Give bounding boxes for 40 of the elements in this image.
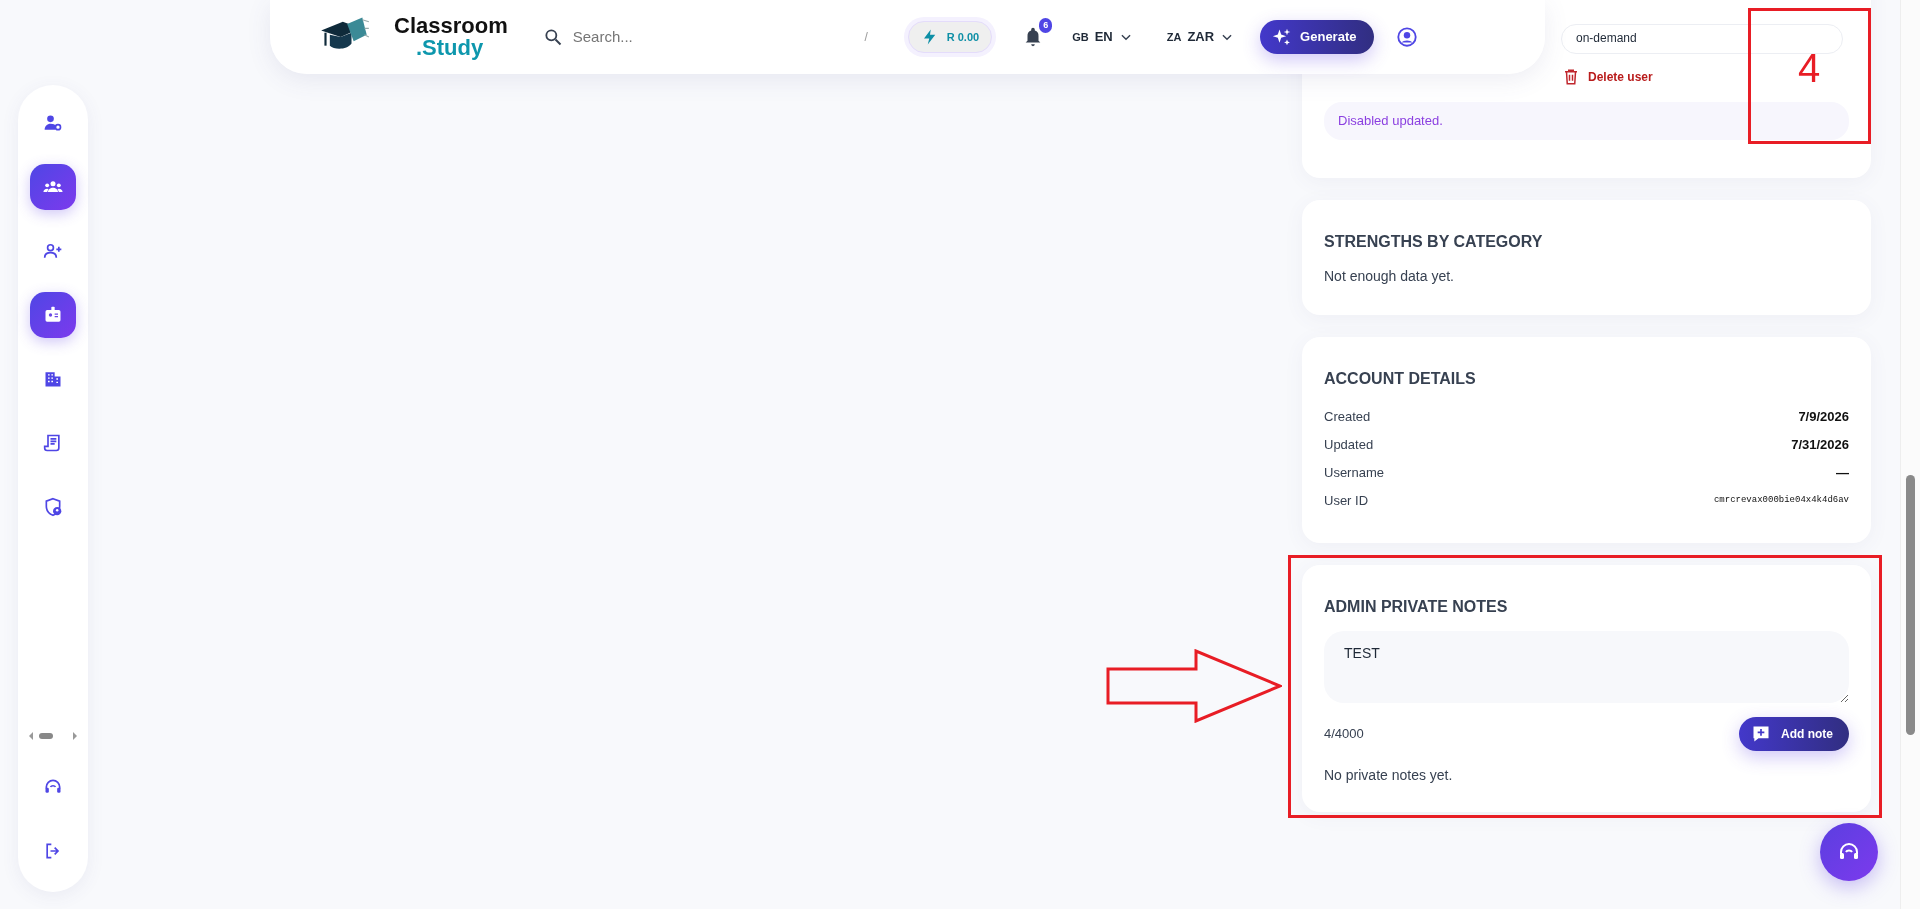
empty-message: Not enough data yet. bbox=[1324, 266, 1455, 286]
detail-label: Created bbox=[1324, 407, 1371, 426]
logo-text: .Study bbox=[416, 37, 485, 59]
building-icon bbox=[43, 369, 63, 389]
sidebar-item[interactable] bbox=[30, 164, 76, 210]
add-note-button[interactable]: Add note bbox=[1739, 716, 1849, 751]
detail-value: — bbox=[1836, 463, 1849, 482]
scrollbar-thumb[interactable] bbox=[1906, 475, 1915, 735]
sidebar-item[interactable] bbox=[30, 292, 76, 338]
user-gear-icon bbox=[43, 113, 63, 133]
search-field[interactable]: Search... bbox=[570, 24, 811, 50]
empty-message: No private notes yet. bbox=[1324, 765, 1454, 785]
card-title: STRENGTHS BY CATEGORY bbox=[1324, 231, 1544, 252]
logo-text: Classroom bbox=[394, 15, 508, 37]
notes-field[interactable]: TEST bbox=[1324, 630, 1849, 703]
user-plus-icon bbox=[43, 241, 63, 261]
detail-value: 7/9/2026 bbox=[1798, 407, 1849, 426]
detail-label: User ID bbox=[1324, 491, 1369, 510]
delete-user-button[interactable]: Delete user bbox=[1562, 68, 1653, 86]
detail-label: Updated bbox=[1324, 435, 1374, 454]
shield-user-icon bbox=[43, 497, 63, 517]
id-badge-icon bbox=[43, 305, 63, 325]
trash-icon bbox=[1562, 68, 1580, 86]
card-title: ACCOUNT DETAILS bbox=[1324, 368, 1477, 389]
card-title: ADMIN PRIVATE NOTES bbox=[1324, 596, 1509, 617]
language-select[interactable]: GB EN bbox=[1066, 26, 1139, 48]
shortcut-key: / bbox=[864, 28, 868, 46]
status-alert: Disabled updated. bbox=[1324, 102, 1849, 140]
support-chat-button[interactable] bbox=[1820, 823, 1878, 881]
detail-label: Username bbox=[1324, 463, 1384, 482]
character-count: 4/4000 bbox=[1324, 724, 1364, 743]
search-icon bbox=[542, 27, 563, 47]
currency-select[interactable]: ZA ZAR bbox=[1160, 26, 1241, 48]
notification-count: 6 bbox=[1039, 17, 1053, 34]
user-circle-icon bbox=[1396, 26, 1419, 49]
detail-value: cmrcrevax000bie04x4k4d6av bbox=[1713, 493, 1849, 507]
detail-value: 7/31/2026 bbox=[1791, 435, 1849, 454]
receipt-icon bbox=[43, 433, 63, 453]
generate-button[interactable]: Generate bbox=[1260, 20, 1375, 54]
sparkles-icon bbox=[1272, 27, 1293, 47]
